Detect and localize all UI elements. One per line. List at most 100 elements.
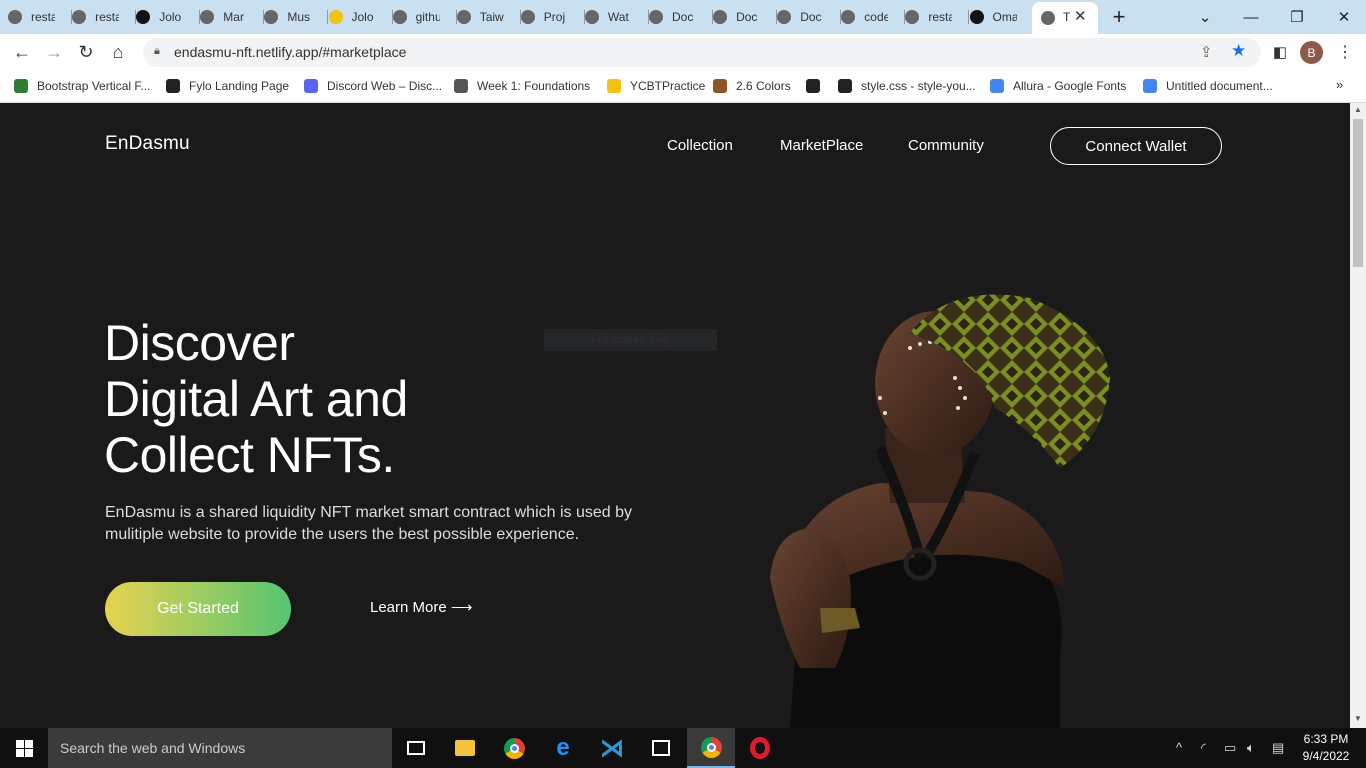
bookmark-favicon-icon (838, 79, 852, 93)
tab-4[interactable]: Mar (200, 4, 258, 30)
scrollbar-thumb[interactable] (1353, 119, 1363, 267)
reload-button[interactable]: ↻ (72, 34, 100, 70)
tab-14[interactable]: code (841, 4, 899, 30)
bookmark-favicon-icon (1143, 79, 1157, 93)
edge-icon[interactable]: e (539, 728, 587, 768)
tab-8[interactable]: Taiw (456, 4, 515, 30)
share-icon[interactable]: ⇪ (1200, 43, 1213, 61)
tab-9[interactable]: Proj (520, 4, 579, 30)
close-icon[interactable]: ✕ (1074, 7, 1087, 25)
volume-icon[interactable]: 🔈︎ (1247, 740, 1255, 756)
scroll-up-arrow[interactable]: ▲ (1354, 105, 1362, 114)
learn-more-link[interactable]: Learn More ⟶ (370, 598, 472, 616)
restore-button[interactable]: ❐ (1282, 0, 1312, 34)
globe-icon (392, 10, 407, 24)
tab-label: Mar (223, 10, 244, 24)
bookmark-item[interactable]: Week 1: Foundations (454, 76, 590, 96)
bookmark-item[interactable]: Untitled document... (1143, 76, 1273, 96)
new-tab-button[interactable]: + (1106, 0, 1132, 34)
back-button[interactable]: ← (8, 34, 36, 70)
avatar-initial: B (1307, 45, 1316, 60)
globe-icon (713, 10, 728, 24)
menu-kebab-icon[interactable]: ⋮ (1331, 34, 1359, 70)
tab-6[interactable]: Jolo (328, 4, 387, 30)
page-scrollbar[interactable]: ▲ ▼ (1350, 103, 1366, 728)
bookmark-favicon-icon (806, 79, 820, 93)
bookmark-item[interactable]: Bootstrap Vertical F... (14, 76, 150, 96)
tab-13[interactable]: Doc (777, 4, 835, 30)
browser-tab-strip: resta resta Jolo Mar Mus Jolo githu Taiw Proj Wat… (0, 0, 1366, 34)
url-text[interactable]: endasmu-nft.netlify.app/#marketplace (174, 44, 406, 60)
taskbar-clock[interactable]: 6:33 PM 9/4/2022 (1296, 731, 1356, 765)
globe-icon (520, 10, 535, 24)
bookmark-favicon-icon (14, 79, 28, 93)
bookmark-item[interactable] (806, 76, 829, 96)
bookmark-favicon-icon (713, 79, 727, 93)
bookmark-item[interactable]: 2.6 Colors (713, 76, 791, 96)
globe-icon (841, 10, 856, 24)
address-bar[interactable]: 🔒︎ endasmu-nft.netlify.app/#marketplace … (143, 38, 1261, 67)
globe-icon (584, 10, 599, 24)
chrome-active-icon[interactable] (687, 728, 735, 768)
start-button[interactable] (0, 728, 48, 768)
tab-16[interactable]: Oma (969, 4, 1028, 30)
connect-wallet-button[interactable]: Connect Wallet (1050, 127, 1222, 165)
bookmark-favicon-icon (166, 79, 180, 93)
tab-15[interactable]: resta (905, 4, 963, 30)
tab-12[interactable]: Doc (713, 4, 771, 30)
nav-collection[interactable]: Collection (667, 137, 733, 154)
hero-description: EnDasmu is a shared liquidity NFT market… (105, 504, 633, 543)
show-hidden-icons-chevron-icon[interactable]: ^ (1176, 740, 1182, 755)
bookmark-item[interactable]: Fylo Landing Page (166, 76, 289, 96)
bookmark-label: Fylo Landing Page (189, 79, 290, 93)
tab-label: Proj (543, 10, 566, 24)
bookmark-item[interactable]: Allura - Google Fonts (990, 76, 1126, 96)
tab-7[interactable]: githu (392, 4, 451, 30)
more-bookmarks-icon[interactable]: » (1336, 77, 1343, 92)
opera-icon[interactable] (736, 728, 784, 768)
vscode-icon[interactable]: ⋊ (588, 728, 636, 768)
notifications-icon[interactable]: ▤ (1272, 740, 1284, 756)
github-icon (969, 10, 984, 24)
tab-search-chevron-icon[interactable]: ⌄ (1190, 0, 1220, 34)
file-explorer-icon[interactable] (441, 728, 489, 768)
tab-label: Taiw (479, 10, 504, 24)
nav-marketplace[interactable]: MarketPlace (780, 137, 863, 154)
bookmark-item[interactable]: YCBTPractice (607, 76, 705, 96)
tab-label: Jolo (351, 10, 374, 24)
hero-portrait-image (770, 294, 1110, 728)
store-icon[interactable] (637, 728, 685, 768)
tab-3[interactable]: Jolo (136, 4, 194, 30)
close-window-button[interactable]: ✕ (1329, 0, 1359, 34)
battery-icon[interactable]: ▭ (1224, 740, 1236, 756)
bookmark-item[interactable]: Discord Web – Disc... (304, 76, 442, 96)
tab-active[interactable]: T ✕ (1032, 2, 1098, 34)
side-panel-icon[interactable]: ◧ (1266, 34, 1294, 70)
site-logo[interactable]: EnDasmu (105, 133, 190, 155)
tab-2[interactable]: resta (72, 4, 130, 30)
task-view-icon[interactable] (392, 728, 440, 768)
wifi-icon[interactable]: ◜ (1201, 740, 1206, 756)
tab-10[interactable]: Wat (584, 4, 643, 30)
hero-headline: Discover Digital Art and Collect NFTs. (104, 315, 408, 483)
scroll-down-arrow[interactable]: ▼ (1354, 714, 1362, 723)
avatar[interactable]: B (1300, 41, 1323, 64)
clock-time: 6:33 PM (1303, 732, 1349, 746)
tab-1[interactable]: resta (8, 4, 66, 30)
tab-5[interactable]: Mus (264, 4, 322, 30)
get-started-button[interactable]: Get Started (105, 582, 291, 636)
tab-label: resta (31, 10, 55, 24)
globe-icon (456, 10, 471, 24)
chrome-icon[interactable] (490, 728, 538, 768)
windows-taskbar: Search the web and Windows e ⋊ ^ ◜ ▭ 🔈︎ … (0, 728, 1366, 768)
tab-label: Doc (800, 10, 822, 24)
home-button[interactable]: ⌂ (104, 34, 132, 70)
bookmark-star-icon[interactable]: ★ (1231, 41, 1246, 61)
nav-community[interactable]: Community (908, 137, 984, 154)
forward-button[interactable]: → (40, 34, 68, 70)
taskbar-search-input[interactable]: Search the web and Windows (48, 728, 392, 768)
minimize-button[interactable]: — (1236, 0, 1266, 34)
tab-11[interactable]: Doc (649, 4, 707, 30)
tab-label: Mus (287, 10, 311, 24)
bookmark-item[interactable]: style.css - style-you... (838, 76, 976, 96)
